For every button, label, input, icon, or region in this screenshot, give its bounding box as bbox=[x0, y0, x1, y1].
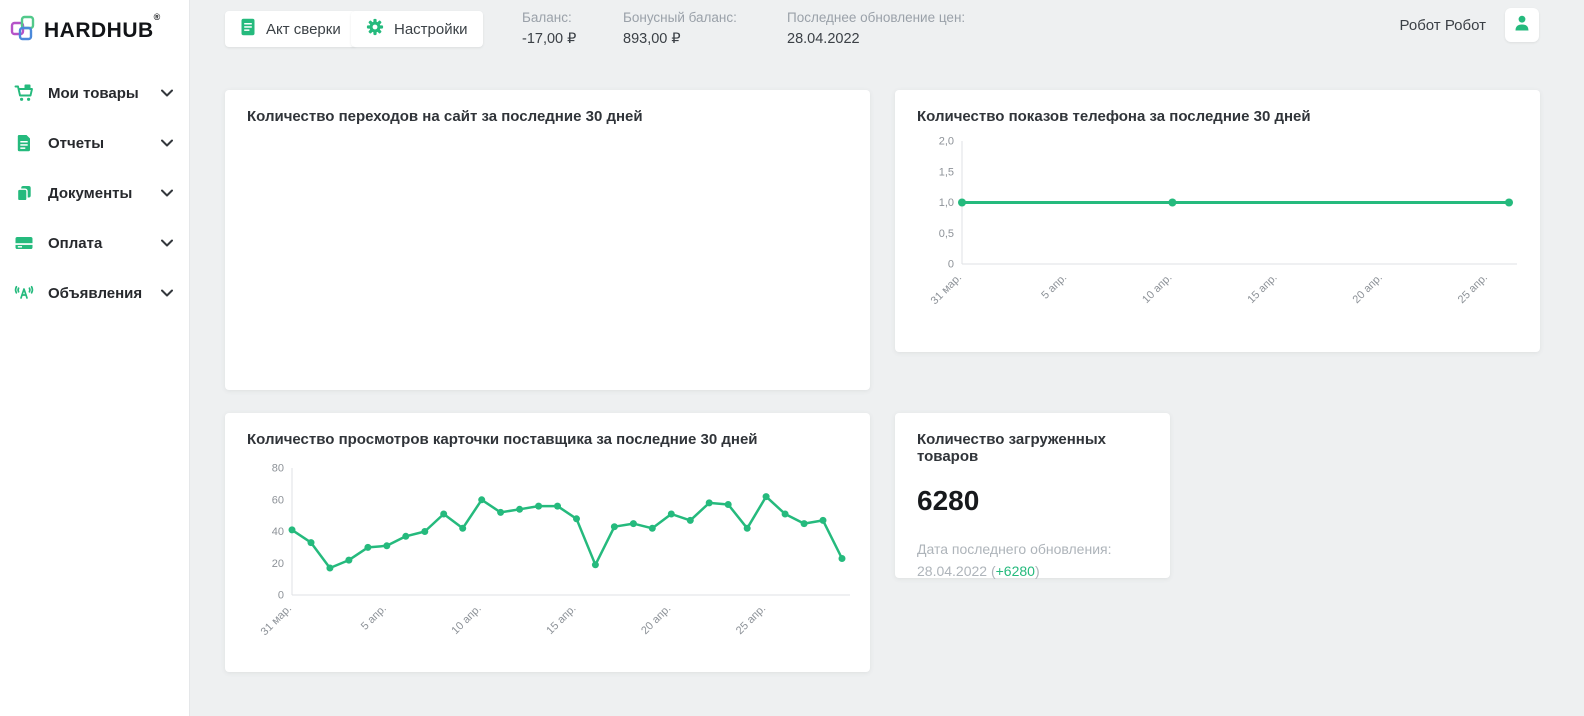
svg-text:25 апр.: 25 апр. bbox=[1456, 272, 1490, 306]
svg-text:10 апр.: 10 апр. bbox=[1140, 272, 1174, 306]
svg-text:15 апр.: 15 апр. bbox=[544, 603, 578, 637]
sidebar-item-my-products[interactable]: Мои товары bbox=[0, 68, 189, 118]
cart-icon bbox=[13, 82, 35, 104]
chevron-down-icon bbox=[161, 239, 173, 247]
settings-button[interactable]: Настройки bbox=[351, 11, 483, 47]
balance-value: -17,00 ₽ bbox=[522, 31, 576, 47]
svg-text:2,0: 2,0 bbox=[939, 136, 954, 148]
balance-stat: Баланс: -17,00 ₽ bbox=[522, 10, 576, 47]
last-update-delta: +6280 bbox=[996, 563, 1035, 579]
svg-text:20 апр.: 20 апр. bbox=[1351, 272, 1385, 306]
chevron-down-icon bbox=[161, 139, 173, 147]
sidebar-nav: Мои товары Отчеты bbox=[0, 60, 189, 318]
logo[interactable]: HARDHUB® bbox=[0, 0, 189, 60]
phone-views-chart[interactable]: 0 0,5 1,0 1,5 2,0 31 мар. 5 апр. 10 апр. 15 апр.… bbox=[917, 131, 1518, 331]
bonus-balance-label: Бонусный баланс: bbox=[623, 10, 737, 25]
documents-icon bbox=[13, 182, 35, 204]
svg-text:80: 80 bbox=[272, 463, 284, 475]
svg-text:1,0: 1,0 bbox=[939, 197, 954, 209]
site-visits-card: Количество переходов на сайт за последни… bbox=[225, 90, 870, 390]
loaded-products-count: 6280 bbox=[917, 485, 1148, 517]
svg-text:0,5: 0,5 bbox=[939, 228, 954, 240]
loaded-products-title: Количество загруженных товаров bbox=[917, 431, 1148, 465]
report-icon bbox=[13, 132, 35, 154]
last-price-update-value: 28.04.2022 bbox=[787, 31, 965, 47]
supplier-views-chart[interactable]: 0 20 40 60 80 31 мар. 5 апр. 10 апр. 15 апр. 20 а… bbox=[247, 454, 848, 664]
chevron-down-icon bbox=[161, 289, 173, 297]
payment-icon bbox=[13, 232, 35, 254]
bonus-balance-stat: Бонусный баланс: 893,00 ₽ bbox=[623, 10, 737, 47]
loaded-products-card: Количество загруженных товаров 6280 Дата… bbox=[895, 413, 1170, 578]
svg-text:10 апр.: 10 апр. bbox=[449, 603, 483, 637]
last-price-update-label: Последнее обновление цен: bbox=[787, 10, 965, 25]
announcement-icon bbox=[13, 282, 35, 304]
logo-registered-mark: ® bbox=[154, 12, 161, 22]
sidebar-item-label: Объявления bbox=[48, 285, 161, 302]
svg-text:1,5: 1,5 bbox=[939, 166, 954, 178]
svg-text:15 апр.: 15 апр. bbox=[1245, 272, 1279, 306]
bonus-balance-value: 893,00 ₽ bbox=[623, 31, 737, 47]
svg-text:20: 20 bbox=[272, 558, 284, 570]
svg-text:5 апр.: 5 апр. bbox=[359, 603, 389, 633]
sidebar-item-label: Мои товары bbox=[48, 85, 161, 102]
sidebar-item-reports[interactable]: Отчеты bbox=[0, 118, 189, 168]
user-name: Робот Робот bbox=[1400, 17, 1487, 34]
sidebar-item-announcements[interactable]: Объявления bbox=[0, 268, 189, 318]
supplier-views-title: Количество просмотров карточки поставщик… bbox=[247, 431, 848, 448]
logo-text: HARDHUB bbox=[44, 19, 154, 42]
document-icon bbox=[240, 18, 256, 40]
user-icon bbox=[1512, 13, 1532, 38]
svg-text:0: 0 bbox=[278, 590, 284, 602]
sidebar-item-label: Отчеты bbox=[48, 135, 161, 152]
svg-text:60: 60 bbox=[272, 494, 284, 506]
phone-views-title: Количество показов телефона за последние… bbox=[917, 108, 1518, 125]
sidebar-item-payment[interactable]: Оплата bbox=[0, 218, 189, 268]
svg-text:25 апр.: 25 апр. bbox=[734, 603, 768, 637]
site-visits-title: Количество переходов на сайт за последни… bbox=[247, 108, 848, 125]
svg-text:20 апр.: 20 апр. bbox=[639, 603, 673, 637]
last-update-label: Дата последнего обновления: bbox=[917, 539, 1148, 561]
supplier-views-card: Количество просмотров карточки поставщик… bbox=[225, 413, 870, 672]
sidebar-item-label: Документы bbox=[48, 185, 161, 202]
last-update-line: 28.04.2022 (+6280) bbox=[917, 561, 1148, 583]
settings-label: Настройки bbox=[394, 21, 468, 38]
svg-text:31 мар.: 31 мар. bbox=[929, 272, 964, 307]
svg-text:5 апр.: 5 апр. bbox=[1039, 272, 1069, 302]
balance-label: Баланс: bbox=[522, 10, 576, 25]
user-avatar-button[interactable] bbox=[1505, 8, 1539, 42]
last-update-date: 28.04.2022 ( bbox=[917, 563, 996, 579]
svg-text:31 мар.: 31 мар. bbox=[259, 603, 294, 638]
phone-views-card: Количество показов телефона за последние… bbox=[895, 90, 1540, 352]
act-reconciliation-label: Акт сверки bbox=[266, 21, 341, 38]
last-price-update-stat: Последнее обновление цен: 28.04.2022 bbox=[787, 10, 965, 47]
chevron-down-icon bbox=[161, 189, 173, 197]
gear-icon bbox=[366, 18, 384, 40]
dashboard-page: HARDHUB® Мои товары bbox=[0, 0, 1584, 716]
svg-text:40: 40 bbox=[272, 526, 284, 538]
sidebar-item-documents[interactable]: Документы bbox=[0, 168, 189, 218]
chevron-down-icon bbox=[161, 89, 173, 97]
act-reconciliation-button[interactable]: Акт сверки bbox=[225, 11, 356, 47]
sidebar: HARDHUB® Мои товары bbox=[0, 0, 190, 716]
svg-text:0: 0 bbox=[948, 259, 954, 271]
hardhub-logo-icon bbox=[10, 15, 36, 46]
sidebar-item-label: Оплата bbox=[48, 235, 161, 252]
